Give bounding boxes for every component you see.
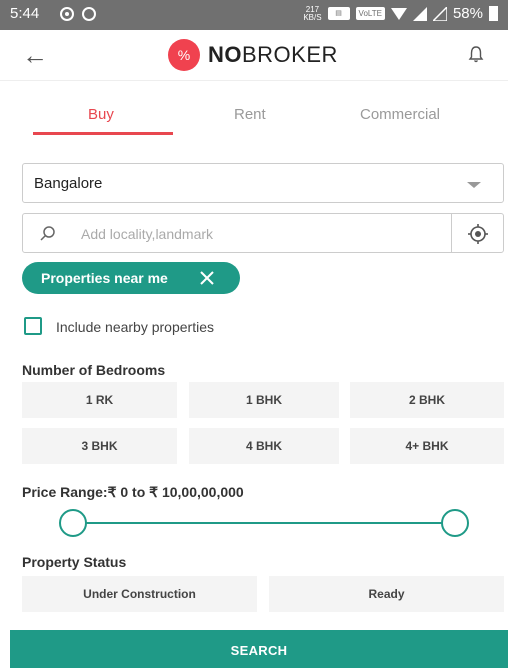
- locate-icon[interactable]: [467, 223, 489, 245]
- status-option-under-construction[interactable]: Under Construction: [22, 576, 257, 612]
- bedroom-option-2bhk[interactable]: 2 BHK: [350, 382, 504, 418]
- slider-min-handle[interactable]: [59, 509, 87, 537]
- logo-text-rest: BROKER: [242, 42, 338, 67]
- price-range-label: Price Range:₹ 0 to ₹ 10,00,00,000: [22, 484, 244, 500]
- logo-text: NOBROKER: [208, 42, 338, 68]
- network-speed: 217 KB/S: [303, 5, 322, 22]
- status-record-icon: [60, 7, 74, 21]
- tab-buy[interactable]: Buy: [88, 106, 114, 123]
- status-sync-icon: [82, 7, 96, 21]
- network-speed-unit: KB/S: [303, 12, 322, 22]
- include-nearby-checkbox[interactable]: [24, 317, 42, 335]
- include-nearby-label: Include nearby properties: [56, 319, 214, 335]
- slider-max-handle[interactable]: [441, 509, 469, 537]
- battery-icon: [489, 6, 498, 21]
- status-right: 217 KB/S ▤ VoLTE 58%: [303, 5, 498, 22]
- search-button[interactable]: SEARCH: [10, 630, 508, 668]
- back-arrow-icon[interactable]: ←: [22, 40, 48, 71]
- bedroom-option-4bhk[interactable]: 4 BHK: [189, 428, 339, 464]
- logo: % NOBROKER: [168, 39, 338, 71]
- search-input[interactable]: [79, 222, 443, 246]
- logo-text-bold: NO: [208, 42, 242, 67]
- city-select-value: Bangalore: [34, 175, 103, 192]
- tab-commercial[interactable]: Commercial: [360, 106, 440, 123]
- status-bar: 5:44 217 KB/S ▤ VoLTE 58%: [0, 0, 508, 30]
- battery-percent: 58%: [452, 5, 483, 22]
- active-tab-indicator: [33, 132, 173, 135]
- tab-rent[interactable]: Rent: [234, 106, 266, 123]
- bedroom-option-4plus-bhk[interactable]: 4+ BHK: [350, 428, 504, 464]
- close-icon[interactable]: [198, 269, 216, 287]
- bedroom-option-1bhk[interactable]: 1 BHK: [189, 382, 339, 418]
- properties-near-me-chip[interactable]: Properties near me: [22, 262, 240, 294]
- wifi-icon: [390, 7, 407, 20]
- city-select[interactable]: Bangalore: [22, 163, 504, 203]
- signal-icon: [412, 6, 427, 21]
- bedroom-option-3bhk[interactable]: 3 BHK: [22, 428, 177, 464]
- cast-icon: ▤: [327, 7, 350, 20]
- property-status-title: Property Status: [22, 554, 127, 570]
- tab-bar: Buy Rent Commercial: [0, 92, 508, 136]
- signal-empty-icon: [432, 6, 447, 21]
- search-icon: [40, 226, 55, 241]
- logo-icon: %: [168, 39, 200, 71]
- search-divider: [451, 214, 452, 252]
- bedroom-option-1rk[interactable]: 1 RK: [22, 382, 177, 418]
- status-option-ready[interactable]: Ready: [269, 576, 504, 612]
- chip-label: Properties near me: [41, 270, 168, 286]
- chevron-down-icon: [467, 182, 481, 188]
- price-range-slider[interactable]: [58, 508, 470, 538]
- bedrooms-title: Number of Bedrooms: [22, 362, 166, 378]
- bell-icon[interactable]: [468, 45, 484, 63]
- app-header: ← % NOBROKER: [0, 30, 508, 81]
- status-time: 5:44: [10, 5, 40, 22]
- locality-search: [22, 213, 504, 253]
- volte-badge: VoLTE: [355, 7, 385, 20]
